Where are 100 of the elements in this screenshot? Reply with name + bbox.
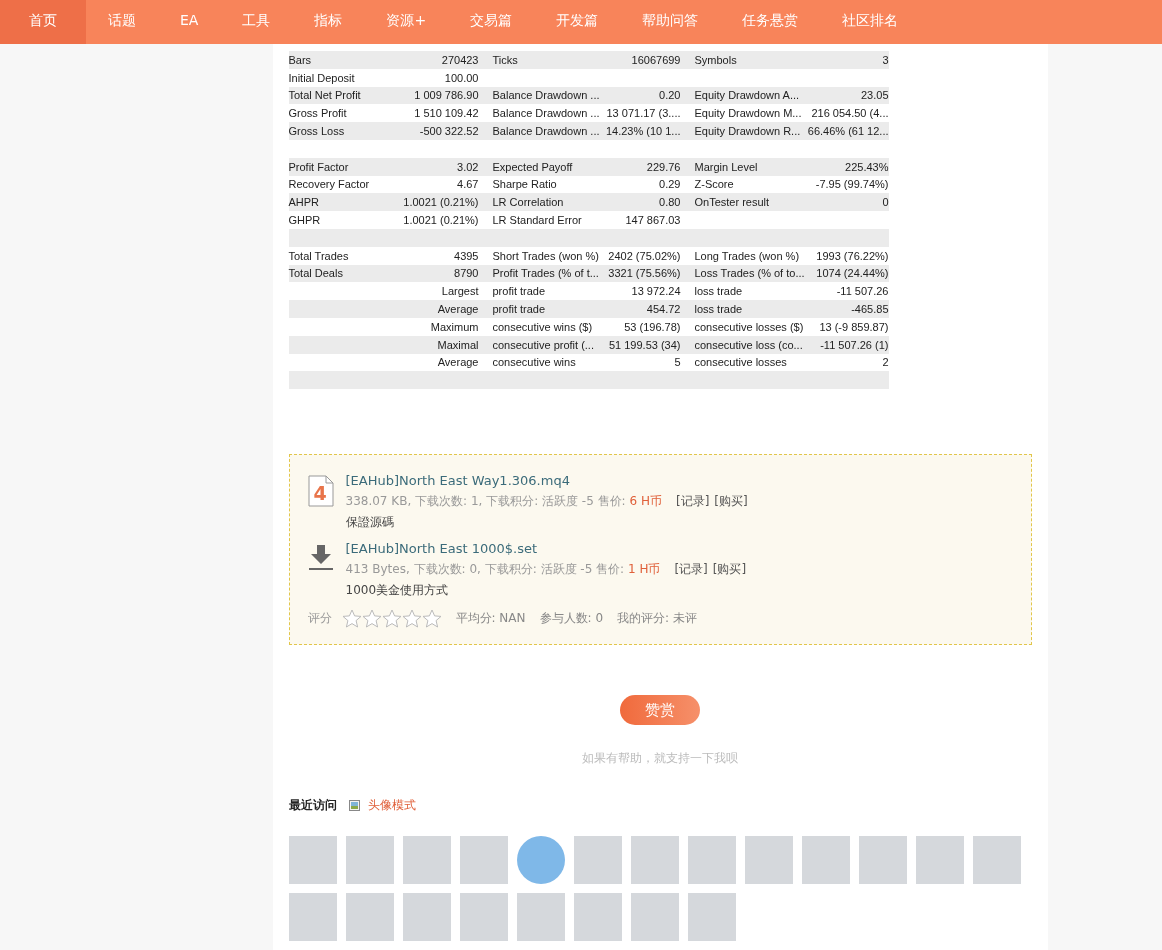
table-cell: LR Standard Error bbox=[492, 214, 582, 227]
avatar-photo[interactable] bbox=[744, 836, 793, 885]
star-icon[interactable] bbox=[421, 609, 442, 629]
avatar-photo[interactable] bbox=[288, 836, 337, 885]
table-cell: 51 199.53 (34) bbox=[608, 338, 681, 351]
attachment-action-link[interactable]: [购买] bbox=[712, 561, 747, 579]
table-cell: Ticks bbox=[492, 53, 518, 66]
attachment-description: 保證源碼 bbox=[345, 514, 395, 532]
avatar-photo[interactable] bbox=[345, 893, 394, 942]
table-cell: 0 bbox=[882, 196, 889, 209]
avatar-photo[interactable] bbox=[630, 836, 679, 885]
star-icon[interactable] bbox=[341, 609, 362, 629]
table-cell: loss trade bbox=[694, 285, 743, 298]
average-score: 平均分: NAN bbox=[455, 610, 526, 628]
table-cell: 0.80 bbox=[659, 196, 681, 209]
table-cell: Equity Drawdown A... bbox=[694, 89, 800, 102]
star-icon[interactable] bbox=[381, 609, 402, 629]
table-cell: Profit Factor bbox=[288, 160, 349, 173]
attachment-action-link[interactable]: [购买] bbox=[714, 493, 748, 511]
table-cell: 225.43% bbox=[845, 160, 889, 173]
avatar-photo[interactable] bbox=[345, 836, 394, 885]
table-cell: 4.67 bbox=[457, 178, 479, 191]
attachment-link[interactable]: [EAHub]North East Way1.306.mq4 bbox=[345, 473, 570, 489]
table-cell: GHPR bbox=[288, 214, 321, 227]
table-cell: Equity Drawdown M... bbox=[694, 107, 802, 120]
avatar-photo[interactable] bbox=[516, 893, 565, 942]
table-cell: 16067699 bbox=[631, 53, 681, 66]
table-cell: consecutive loss (co... bbox=[694, 338, 803, 351]
table-cell: 2 bbox=[882, 356, 889, 369]
table-cell: 100.00 bbox=[444, 71, 479, 84]
table-cell: 147 867.03 bbox=[625, 214, 681, 227]
table-cell: Symbols bbox=[694, 53, 737, 66]
table-cell: 23.05 bbox=[860, 89, 889, 102]
image-icon bbox=[348, 800, 360, 812]
reward-button[interactable]: 赞赏 bbox=[620, 695, 700, 726]
table-cell: Balance Drawdown ... bbox=[492, 125, 600, 138]
avatar-photo[interactable] bbox=[288, 893, 337, 942]
avatar-photo[interactable] bbox=[972, 836, 1021, 885]
nav-tab[interactable]: 帮助问答 bbox=[620, 0, 721, 44]
avatar-photo[interactable] bbox=[915, 836, 964, 885]
table-cell: loss trade bbox=[694, 303, 743, 316]
nav-tab[interactable]: 指标 bbox=[292, 0, 365, 44]
table-cell: 3.02 bbox=[457, 160, 479, 173]
table-cell: -11 507.26 bbox=[836, 285, 889, 298]
avatar-photo[interactable] bbox=[858, 836, 907, 885]
nav-tab[interactable]: 资源+ bbox=[364, 0, 449, 44]
table-cell: Gross Profit bbox=[288, 107, 347, 120]
nav-tab[interactable]: 交易篇 bbox=[448, 0, 535, 44]
table-cell: Long Trades (won %) bbox=[694, 249, 800, 262]
star-icon[interactable] bbox=[401, 609, 422, 629]
table-cell: 1 009 786.90 bbox=[414, 89, 479, 102]
participant-count: 参与人数: 0 bbox=[539, 610, 604, 628]
avatar-photo[interactable] bbox=[459, 893, 508, 942]
avatar-photo[interactable] bbox=[573, 836, 622, 885]
avatar-photo[interactable] bbox=[402, 893, 451, 942]
avatar-photo[interactable] bbox=[687, 836, 736, 885]
table-cell: Margin Level bbox=[694, 160, 758, 173]
attachment-link[interactable]: [EAHub]North East 1000$.set bbox=[345, 541, 538, 557]
avatar-photo[interactable] bbox=[573, 893, 622, 942]
nav-tab[interactable]: 任务悬赏 bbox=[720, 0, 821, 44]
rating-label: 评分 bbox=[307, 610, 332, 628]
table-cell: 8790 bbox=[454, 267, 479, 280]
nav-tab[interactable]: 话题 bbox=[86, 0, 158, 44]
file-icon: 4 bbox=[307, 475, 334, 508]
table-cell: Expected Payoff bbox=[492, 160, 573, 173]
download-icon bbox=[307, 543, 334, 572]
avatar-photo[interactable] bbox=[459, 836, 508, 885]
table-cell: Z-Score bbox=[694, 178, 734, 191]
table-cell: 1.0021 (0.21%) bbox=[403, 196, 479, 209]
table-cell: Bars bbox=[288, 53, 312, 66]
table-cell: LR Correlation bbox=[492, 196, 564, 209]
table-cell: 1.0021 (0.21%) bbox=[403, 214, 479, 227]
table-cell: profit trade bbox=[492, 303, 546, 316]
table-cell: 3 bbox=[882, 53, 889, 66]
nav-tab[interactable]: 工具 bbox=[220, 0, 293, 44]
table-cell: 229.76 bbox=[646, 160, 681, 173]
nav-tab[interactable]: EA bbox=[158, 0, 221, 44]
section-title: 最近访问 bbox=[288, 797, 337, 815]
avatar-photo[interactable] bbox=[630, 893, 679, 942]
table-cell: 13 071.17 (3.... bbox=[606, 107, 681, 120]
avatar-photo[interactable] bbox=[801, 836, 850, 885]
table-cell: Sharpe Ratio bbox=[492, 178, 557, 191]
nav-tab[interactable]: 首页 bbox=[0, 0, 86, 44]
table-cell: 13 972.24 bbox=[631, 285, 681, 298]
table-cell: Balance Drawdown ... bbox=[492, 89, 600, 102]
table-cell: Average bbox=[437, 303, 479, 316]
table-cell: 1 510 109.42 bbox=[414, 107, 479, 120]
table-cell: profit trade bbox=[492, 285, 546, 298]
table-cell: Balance Drawdown ... bbox=[492, 107, 600, 120]
table-cell: -500 322.52 bbox=[419, 125, 479, 138]
attachment-action-link[interactable]: [记录] bbox=[674, 561, 708, 579]
nav-tab[interactable]: 开发篇 bbox=[534, 0, 621, 44]
avatar-mode-link[interactable]: 头像模式 bbox=[367, 797, 416, 815]
avatar-photo[interactable] bbox=[402, 836, 451, 885]
avatar-photo[interactable] bbox=[687, 893, 736, 942]
attachment-action-link[interactable]: [记录] bbox=[675, 493, 710, 511]
star-icon[interactable] bbox=[361, 609, 382, 629]
table-cell: consecutive wins bbox=[492, 356, 576, 369]
table-cell: consecutive wins ($) bbox=[492, 320, 593, 333]
nav-tab[interactable]: 社区排名 bbox=[820, 0, 921, 44]
